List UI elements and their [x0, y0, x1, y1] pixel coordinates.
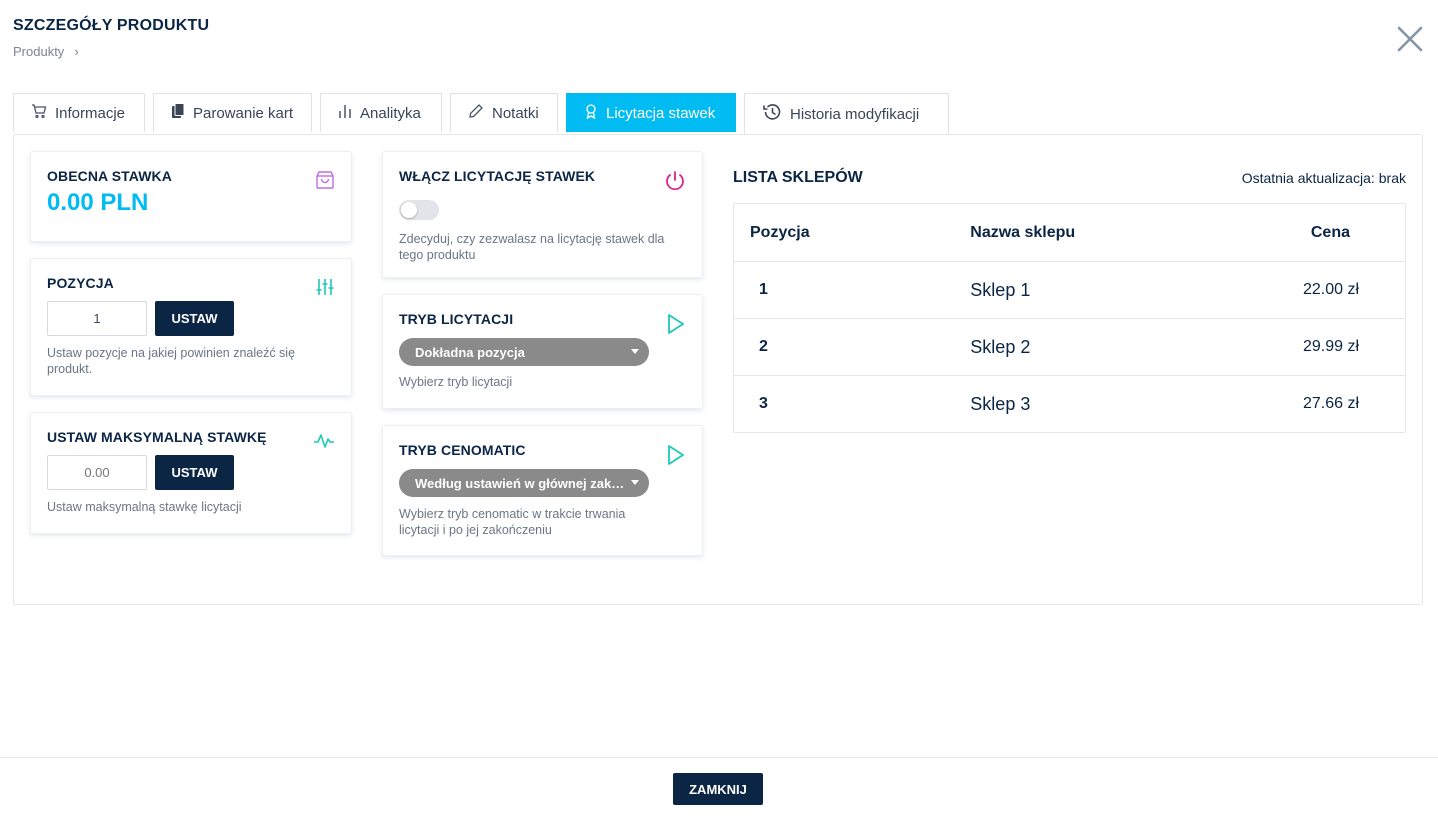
header: SZCZEGÓŁY PRODUKTU Produkty ›: [13, 17, 209, 59]
tab-informacje[interactable]: Informacje: [13, 93, 145, 132]
play-icon: [666, 313, 686, 340]
set-position-button[interactable]: USTAW: [155, 301, 234, 336]
bar-chart-icon: [338, 103, 352, 123]
row-price: 29.99 zł: [1302, 338, 1359, 355]
tab-label: Parowanie kart: [193, 104, 294, 122]
tab-label: Analityka: [360, 104, 421, 122]
table-row: 1 Sklep 1 22.00 zł: [734, 261, 1405, 318]
column-header-shop-name: Nazwa sklepu: [970, 223, 1076, 241]
cenomatic-mode-card: TRYB CENOMATIC Według ustawień w głównej…: [382, 425, 703, 556]
close-icon[interactable]: [1395, 24, 1425, 54]
activity-icon: [313, 431, 335, 456]
row-position: 1: [759, 281, 768, 298]
max-bid-card: USTAW MAKSYMALNĄ STAWKĘ USTAW Ustaw maks…: [30, 412, 352, 534]
column-header-price: Cena: [1310, 223, 1350, 241]
bidding-mode-help: Wybierz tryb licytacji: [399, 375, 513, 389]
max-bid-help: Ustaw maksymalną stawkę licytacji: [47, 500, 242, 514]
position-card: POZYCJA USTAW Ustaw pozycje na jakiej po…: [30, 258, 352, 396]
enable-bidding-card: WŁĄCZ LICYTACJĘ STAWEK Zdecyduj, czy zez…: [382, 151, 703, 278]
shop-table: Pozycja Nazwa sklepu Cena 1 Sklep 1 22.0…: [733, 203, 1406, 433]
tab-label: Historia modyfikacji: [790, 105, 920, 123]
award-icon: [584, 103, 598, 123]
pencil-icon: [468, 103, 484, 123]
tab-parowanie-kart[interactable]: Parowanie kart: [153, 93, 312, 132]
position-title: POZYCJA: [47, 275, 114, 291]
history-icon: [762, 103, 782, 125]
last-update: Ostatnia aktualizacja: brak: [1242, 170, 1406, 186]
tab-licytacja-stawek[interactable]: Licytacja stawek: [566, 93, 736, 132]
play-icon: [666, 444, 686, 471]
position-help: Ustaw pozycje na jakiej powinien znaleźć…: [47, 346, 296, 376]
row-position: 2: [759, 338, 768, 355]
copy-icon: [171, 103, 185, 123]
tab-bar: Informacje Parowanie kart Analityka Nota…: [13, 93, 949, 134]
cenomatic-mode-help: Wybierz tryb cenomatic w trakcie trwania…: [399, 507, 626, 537]
set-max-bid-button[interactable]: USTAW: [155, 455, 234, 490]
tab-label: Informacje: [55, 104, 126, 122]
page-title: SZCZEGÓŁY PRODUKTU: [13, 17, 210, 34]
tab-notatki[interactable]: Notatki: [450, 93, 558, 132]
max-bid-input-row: USTAW: [47, 455, 335, 490]
position-input[interactable]: [47, 301, 147, 336]
footer-divider: [0, 757, 1438, 758]
current-bid-card: OBECNA STAWKA 0.00 PLN: [30, 151, 352, 242]
breadcrumb: Produkty ›: [13, 44, 209, 59]
shopping-bag-icon: [315, 170, 335, 195]
table-header-row: Pozycja Nazwa sklepu Cena: [734, 204, 1405, 261]
row-position: 3: [759, 395, 768, 412]
table-row: 3 Sklep 3 27.66 zł: [734, 375, 1405, 432]
bidding-mode-selected: Dokładna pozycja: [415, 344, 525, 360]
row-shop-name: Sklep 1: [970, 279, 1031, 300]
tab-label: Licytacja stawek: [606, 104, 716, 122]
sliders-icon: [315, 277, 335, 302]
close-button[interactable]: ZAMKNIJ: [673, 773, 763, 805]
max-bid-input[interactable]: [47, 455, 147, 490]
bidding-mode-card: TRYB LICYTACJI Dokładna pozycja Wybierz …: [382, 294, 703, 409]
cenomatic-mode-selected: Według ustawień w głównej zakładce: [415, 475, 627, 491]
max-bid-title: USTAW MAKSYMALNĄ STAWKĘ: [47, 429, 267, 445]
row-shop-name: Sklep 2: [970, 336, 1031, 357]
caret-down-icon: [631, 480, 639, 485]
enable-bidding-title: WŁĄCZ LICYTACJĘ STAWEK: [399, 168, 596, 184]
row-shop-name: Sklep 3: [970, 393, 1031, 414]
shop-list-title: LISTA SKLEPÓW: [733, 169, 863, 186]
last-update-label: Ostatnia aktualizacja:: [1241, 170, 1375, 186]
current-bid-title: OBECNA STAWKA: [47, 168, 172, 184]
current-bid-value: 0.00 PLN: [47, 189, 149, 216]
enable-bidding-help: Zdecyduj, czy zezwalasz na licytację sta…: [399, 232, 665, 262]
row-price: 27.66 zł: [1302, 395, 1359, 412]
bidding-mode-title: TRYB LICYTACJI: [399, 311, 514, 327]
enable-bidding-toggle[interactable]: [399, 200, 439, 220]
column-header-position: Pozycja: [750, 223, 810, 241]
toggle-knob: [401, 202, 417, 218]
tab-historia-modyfikacji[interactable]: Historia modyfikacji: [744, 93, 949, 134]
breadcrumb-item-products[interactable]: Produkty: [13, 44, 64, 59]
cart-icon: [31, 103, 47, 123]
table-row: 2 Sklep 2 29.99 zł: [734, 318, 1405, 375]
last-update-value: brak: [1378, 170, 1406, 186]
tab-analityka[interactable]: Analityka: [320, 93, 442, 132]
bidding-mode-select[interactable]: Dokładna pozycja: [399, 338, 649, 366]
row-price: 22.00 zł: [1302, 281, 1359, 298]
position-input-row: USTAW: [47, 301, 335, 336]
tab-label: Notatki: [492, 104, 539, 122]
caret-down-icon: [631, 349, 639, 354]
cenomatic-mode-title: TRYB CENOMATIC: [399, 442, 526, 458]
breadcrumb-separator: ›: [74, 44, 79, 59]
cenomatic-mode-select[interactable]: Według ustawień w głównej zakładce: [399, 469, 649, 497]
power-icon: [664, 170, 686, 197]
